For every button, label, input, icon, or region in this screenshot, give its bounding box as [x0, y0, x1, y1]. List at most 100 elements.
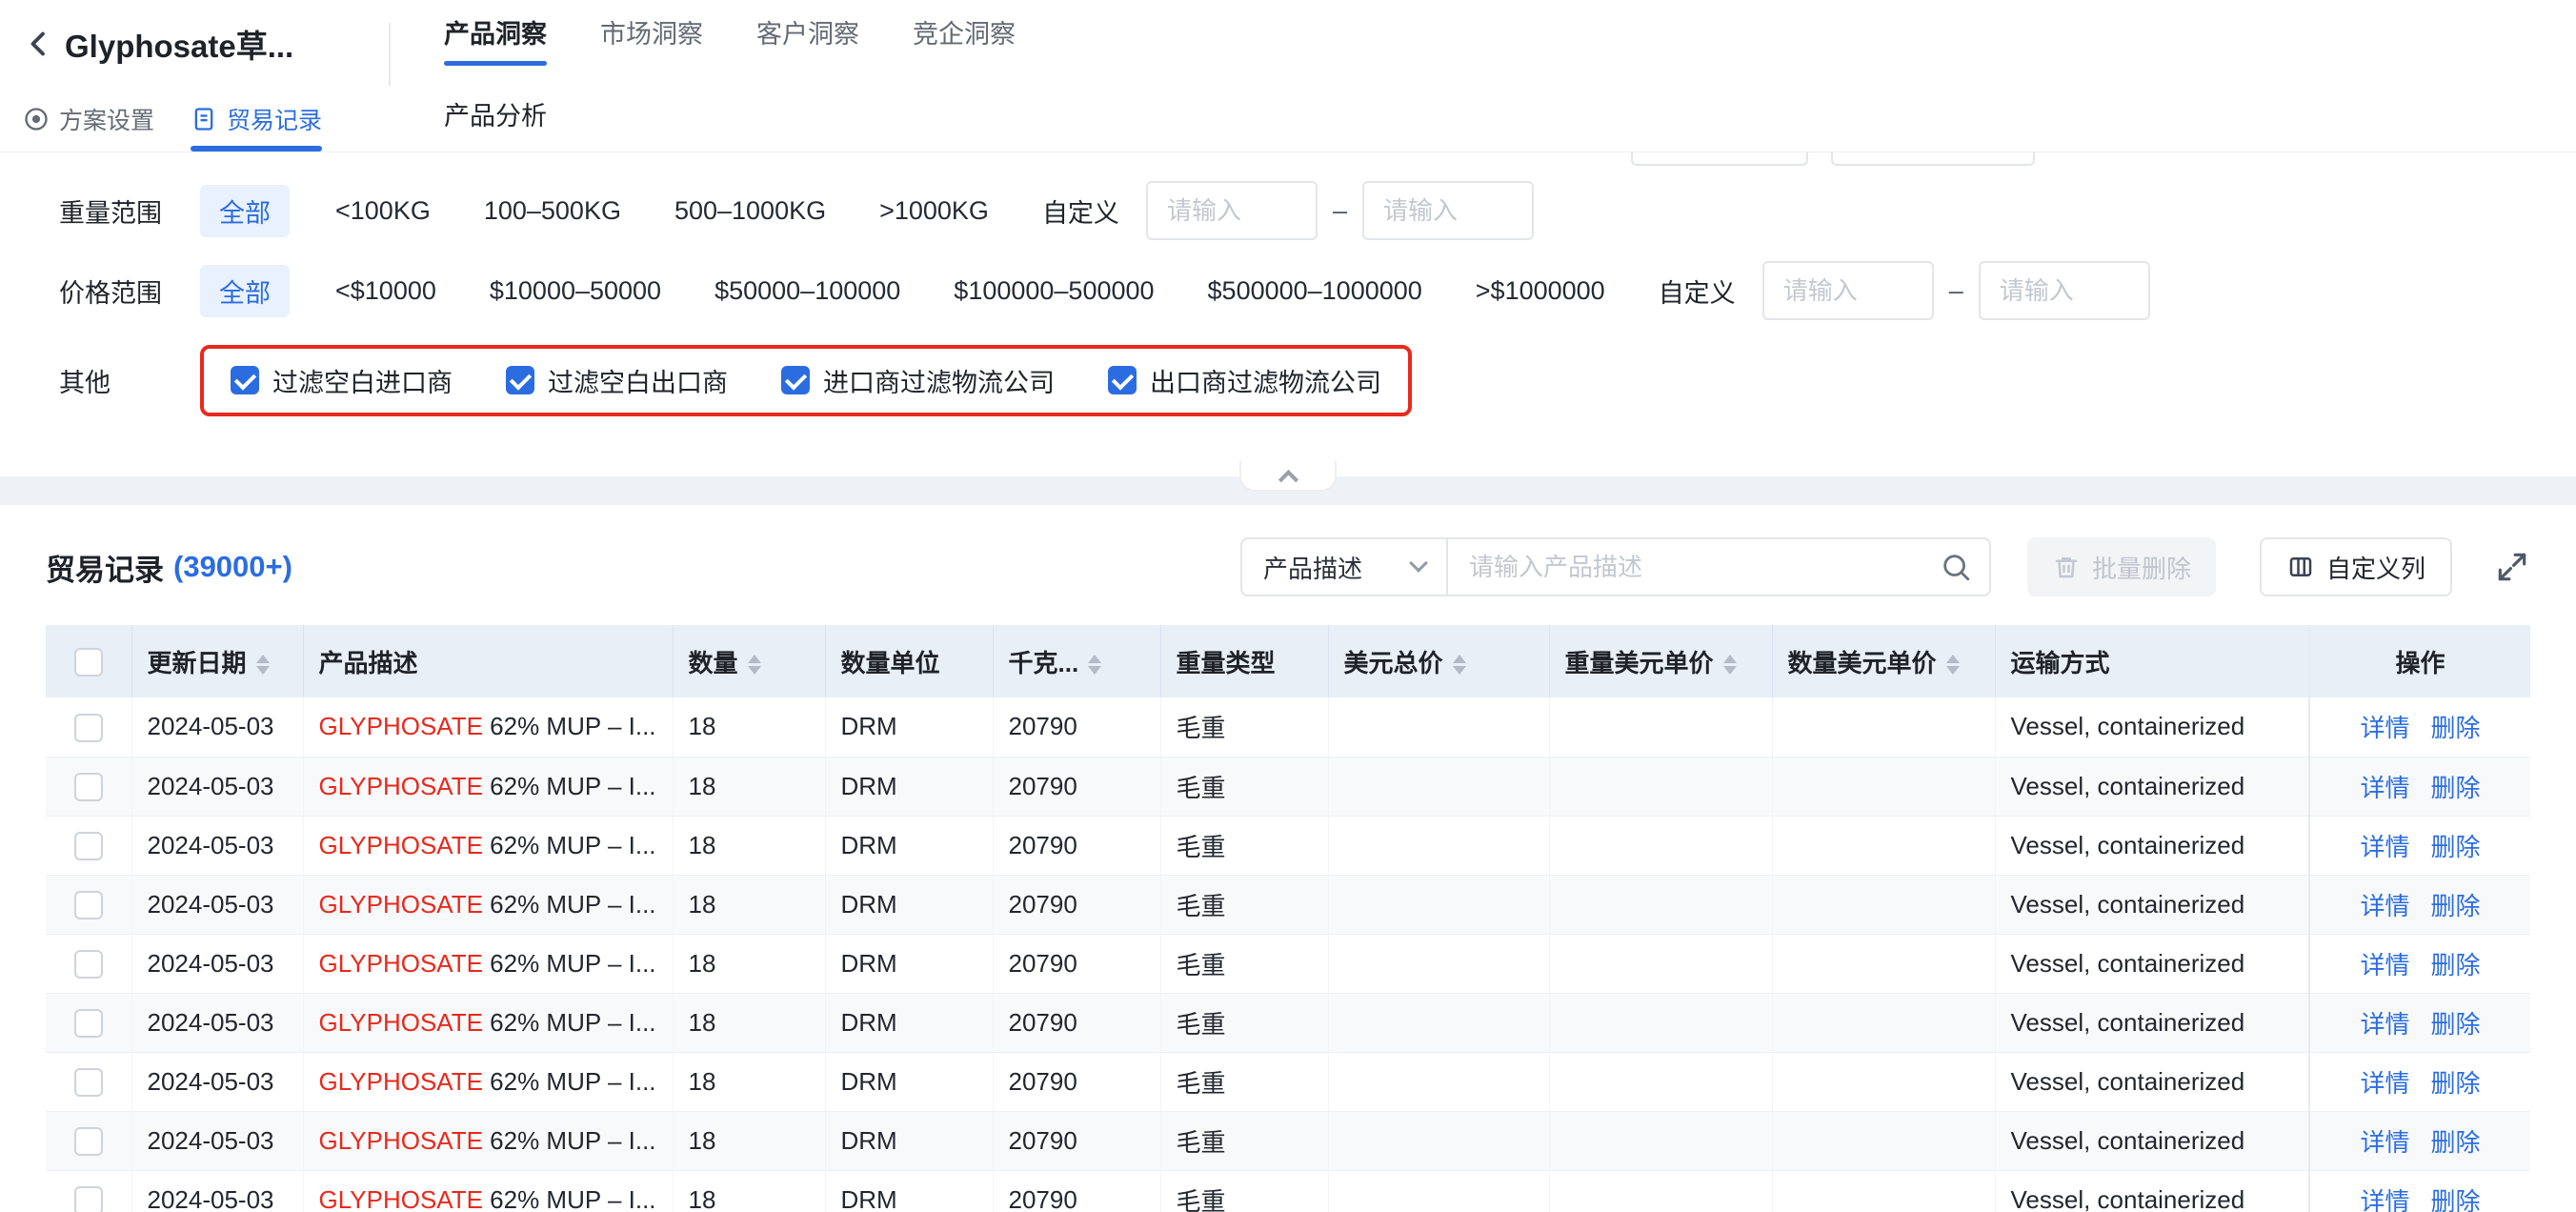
sort-icon[interactable]	[256, 655, 270, 675]
delete-link[interactable]: 删除	[2431, 833, 2481, 861]
price-filter-option[interactable]: 全部	[200, 265, 290, 317]
column-header-usd_weight_unit[interactable]: 重量美元单价	[1549, 625, 1772, 697]
detail-link[interactable]: 详情	[2360, 1010, 2409, 1039]
cell-usd_weight_unit	[1549, 757, 1772, 816]
price-filter-option[interactable]: $10000–50000	[490, 276, 661, 306]
weight-filter-option[interactable]: 100–500KG	[484, 196, 621, 226]
detail-link[interactable]: 详情	[2360, 833, 2409, 861]
row-checkbox[interactable]	[74, 950, 103, 979]
tab-product-insight[interactable]: 产品洞察	[444, 13, 547, 66]
row-checkbox[interactable]	[74, 1068, 103, 1097]
detail-link[interactable]: 详情	[2360, 714, 2409, 742]
price-filter-options: 全部 <$10000 $10000–50000 $50000–100000 $10000…	[200, 265, 1659, 317]
row-checkbox[interactable]	[74, 1127, 103, 1156]
column-header-label: 数量单位	[841, 649, 940, 677]
price-filter-option[interactable]: >$1000000	[1476, 276, 1605, 306]
weight-custom-max-input[interactable]	[1362, 181, 1534, 240]
tab-market-insight[interactable]: 市场洞察	[600, 13, 703, 66]
detail-link[interactable]: 详情	[2360, 951, 2409, 980]
row-checkbox[interactable]	[74, 891, 103, 919]
price-custom-max-input[interactable]	[1979, 261, 2150, 320]
sort-icon[interactable]	[748, 655, 761, 675]
filter-checkbox-item[interactable]: 过滤空白进口商	[231, 362, 453, 399]
weight-filter-option[interactable]: >1000KG	[879, 196, 989, 226]
price-filter-option[interactable]: $500000–1000000	[1208, 276, 1422, 306]
header-left: Glyphosate草... 方案设置贸易记录	[0, 0, 389, 152]
delete-link[interactable]: 删除	[2431, 1187, 2481, 1212]
sort-icon[interactable]	[1088, 655, 1101, 675]
delete-link[interactable]: 删除	[2431, 951, 2481, 980]
delete-link[interactable]: 删除	[2431, 1069, 2481, 1098]
table-body: 2024-05-03GLYPHOSATE 62% MUP – I...18DRM…	[46, 697, 2530, 1212]
detail-link[interactable]: 详情	[2360, 892, 2409, 920]
row-checkbox[interactable]	[74, 714, 103, 742]
cell-qty_unit: DRM	[825, 1052, 993, 1111]
cell-weight_type: 毛重	[1160, 875, 1328, 934]
column-header-date[interactable]: 更新日期	[131, 625, 303, 697]
search-field-select-value: 产品描述	[1263, 550, 1362, 585]
cell-qty_unit: DRM	[825, 1111, 993, 1170]
weight-custom-option[interactable]: 自定义	[1042, 192, 1119, 230]
detail-link[interactable]: 详情	[2360, 774, 2409, 802]
weight-filter-option[interactable]: 全部	[200, 185, 290, 237]
detail-link[interactable]: 详情	[2360, 1069, 2409, 1098]
tab-product-analysis[interactable]: 产品分析	[444, 95, 547, 152]
weight-custom-min-input[interactable]	[1146, 181, 1318, 240]
row-checkbox[interactable]	[74, 1009, 103, 1038]
row-checkbox[interactable]	[74, 1186, 103, 1212]
select-all-checkbox[interactable]	[74, 648, 103, 677]
delete-link[interactable]: 删除	[2431, 892, 2481, 920]
price-custom-option[interactable]: 自定义	[1659, 273, 1736, 310]
cell-transport: Vessel, containerized	[1995, 875, 2309, 934]
back-button[interactable]	[23, 27, 57, 61]
price-filter-option[interactable]: $100000–500000	[954, 276, 1154, 306]
delete-link[interactable]: 删除	[2431, 1128, 2481, 1157]
desc-rest: 62% MUP – I...	[483, 712, 656, 740]
column-header-qty[interactable]: 数量	[673, 625, 825, 697]
weight-filter-option[interactable]: <100KG	[335, 196, 431, 226]
subnav-item-trade-records[interactable]: 贸易记录	[191, 102, 322, 152]
delete-link[interactable]: 删除	[2431, 774, 2481, 802]
weight-filter-option[interactable]: 500–1000KG	[674, 196, 826, 226]
cell-checkbox	[46, 993, 131, 1052]
sort-icon[interactable]	[1453, 655, 1466, 675]
desc-highlight: GLYPHOSATE	[319, 890, 483, 919]
column-header-usd_qty_unit[interactable]: 数量美元单价	[1772, 625, 1995, 697]
column-header-usd_total[interactable]: 美元总价	[1328, 625, 1549, 697]
cell-date: 2024-05-03	[131, 1052, 303, 1111]
detail-link[interactable]: 详情	[2360, 1128, 2409, 1157]
filter-checkbox-item[interactable]: 出口商过滤物流公司	[1108, 362, 1381, 399]
search-field-select[interactable]: 产品描述	[1240, 537, 1448, 596]
filter-checkbox-item[interactable]: 过滤空白出口商	[506, 362, 728, 399]
delete-link[interactable]: 删除	[2431, 1010, 2481, 1039]
row-checkbox[interactable]	[74, 773, 103, 801]
cell-qty_unit: DRM	[825, 875, 993, 934]
delete-link[interactable]: 删除	[2431, 714, 2481, 742]
column-header-kg[interactable]: 千克...	[993, 625, 1160, 697]
project-title: Glyphosate草...	[65, 21, 293, 67]
price-filter-option[interactable]: <$10000	[335, 276, 436, 306]
collapse-filters-button[interactable]	[1239, 461, 1337, 492]
custom-columns-button[interactable]: 自定义列	[2260, 537, 2452, 596]
batch-delete-button[interactable]: 批量删除	[2027, 537, 2216, 596]
subnav-item-plan-settings[interactable]: 方案设置	[23, 102, 154, 152]
header-subnav: 方案设置贸易记录	[23, 102, 389, 152]
detail-link[interactable]: 详情	[2360, 1187, 2409, 1212]
cell-usd_total	[1328, 1170, 1549, 1212]
sort-icon[interactable]	[1723, 655, 1737, 675]
price-filter-option[interactable]: $50000–100000	[714, 276, 900, 306]
sort-icon[interactable]	[1946, 655, 1960, 675]
row-checkbox[interactable]	[74, 832, 103, 860]
desc-highlight: GLYPHOSATE	[319, 1008, 483, 1037]
fullscreen-button[interactable]	[2494, 549, 2530, 585]
search-input[interactable]	[1448, 537, 1991, 596]
search-icon[interactable]	[1940, 551, 1972, 583]
cell-transport: Vessel, containerized	[1995, 697, 2309, 757]
tab-competitor-insight[interactable]: 竞企洞察	[913, 13, 1016, 66]
tab-customer-insight[interactable]: 客户洞察	[756, 13, 859, 66]
cell-usd_qty_unit	[1772, 816, 1995, 875]
records-count: (39000+)	[173, 550, 292, 584]
price-custom-min-input[interactable]	[1762, 261, 1934, 320]
cell-usd_weight_unit	[1549, 934, 1772, 993]
filter-checkbox-item[interactable]: 进口商过滤物流公司	[781, 362, 1055, 399]
